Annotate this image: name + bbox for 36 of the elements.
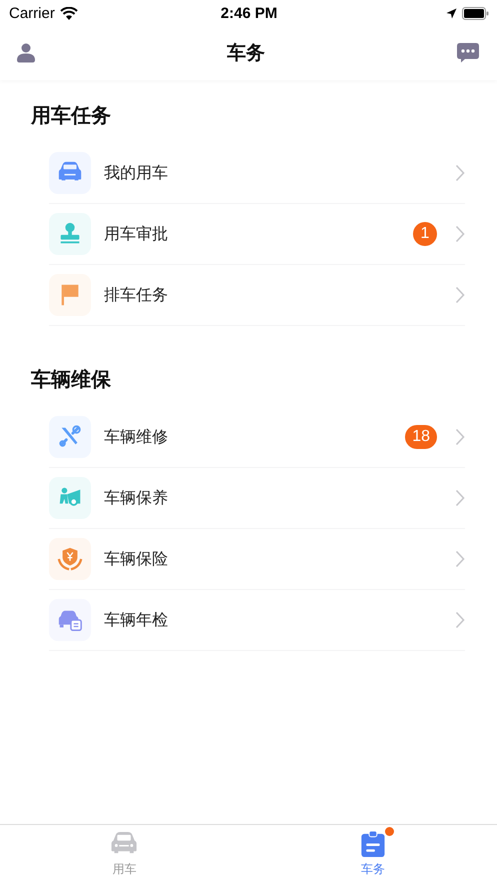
menu-label: 车辆保险 (104, 548, 169, 570)
menu-label: 车辆保养 (104, 488, 169, 508)
chat-bubble-icon (457, 43, 479, 63)
count-badge: 18 (405, 425, 437, 449)
menu-label: 用车审批 (104, 224, 169, 244)
section-title: 车辆维保 (31, 366, 112, 393)
battery-icon (462, 6, 489, 20)
chevron-right-icon (455, 489, 465, 507)
page-title: 车务 (227, 41, 265, 66)
menu-item[interactable]: 用车审批 1 (49, 204, 465, 265)
count-badge: 1 (413, 222, 437, 246)
menu-label: 排车任务 (104, 284, 169, 306)
chevron-right-icon (455, 550, 465, 568)
menu-item[interactable]: 车辆维修 18 (49, 407, 465, 468)
menu-item[interactable]: 车辆保养 (49, 468, 465, 529)
menu-item[interactable]: 车辆年检 (49, 590, 465, 651)
menu-label: 车辆年检 (104, 610, 169, 630)
messages-button[interactable] (457, 43, 479, 63)
clock-text: 2:46 PM (220, 4, 278, 22)
wifi-icon (60, 6, 78, 20)
menu-item[interactable]: 车辆保险 (49, 529, 465, 590)
profile-button[interactable] (17, 43, 35, 63)
chevron-right-icon (455, 164, 465, 182)
chevron-right-icon (455, 428, 465, 446)
location-icon (446, 8, 457, 18)
carrier-text: Carrier (9, 4, 55, 22)
menu-item[interactable]: 我的用车 (49, 143, 465, 204)
menu-label: 我的用车 (104, 162, 169, 184)
tab-button[interactable]: 车务 (248, 825, 497, 883)
chevron-right-icon (455, 611, 465, 629)
chevron-right-icon (455, 225, 465, 243)
menu-item[interactable]: 排车任务 (49, 265, 465, 326)
section-title: 用车任务 (31, 102, 112, 129)
person-icon (17, 43, 35, 63)
menu-label: 车辆维修 (104, 426, 169, 448)
chevron-right-icon (455, 286, 465, 304)
